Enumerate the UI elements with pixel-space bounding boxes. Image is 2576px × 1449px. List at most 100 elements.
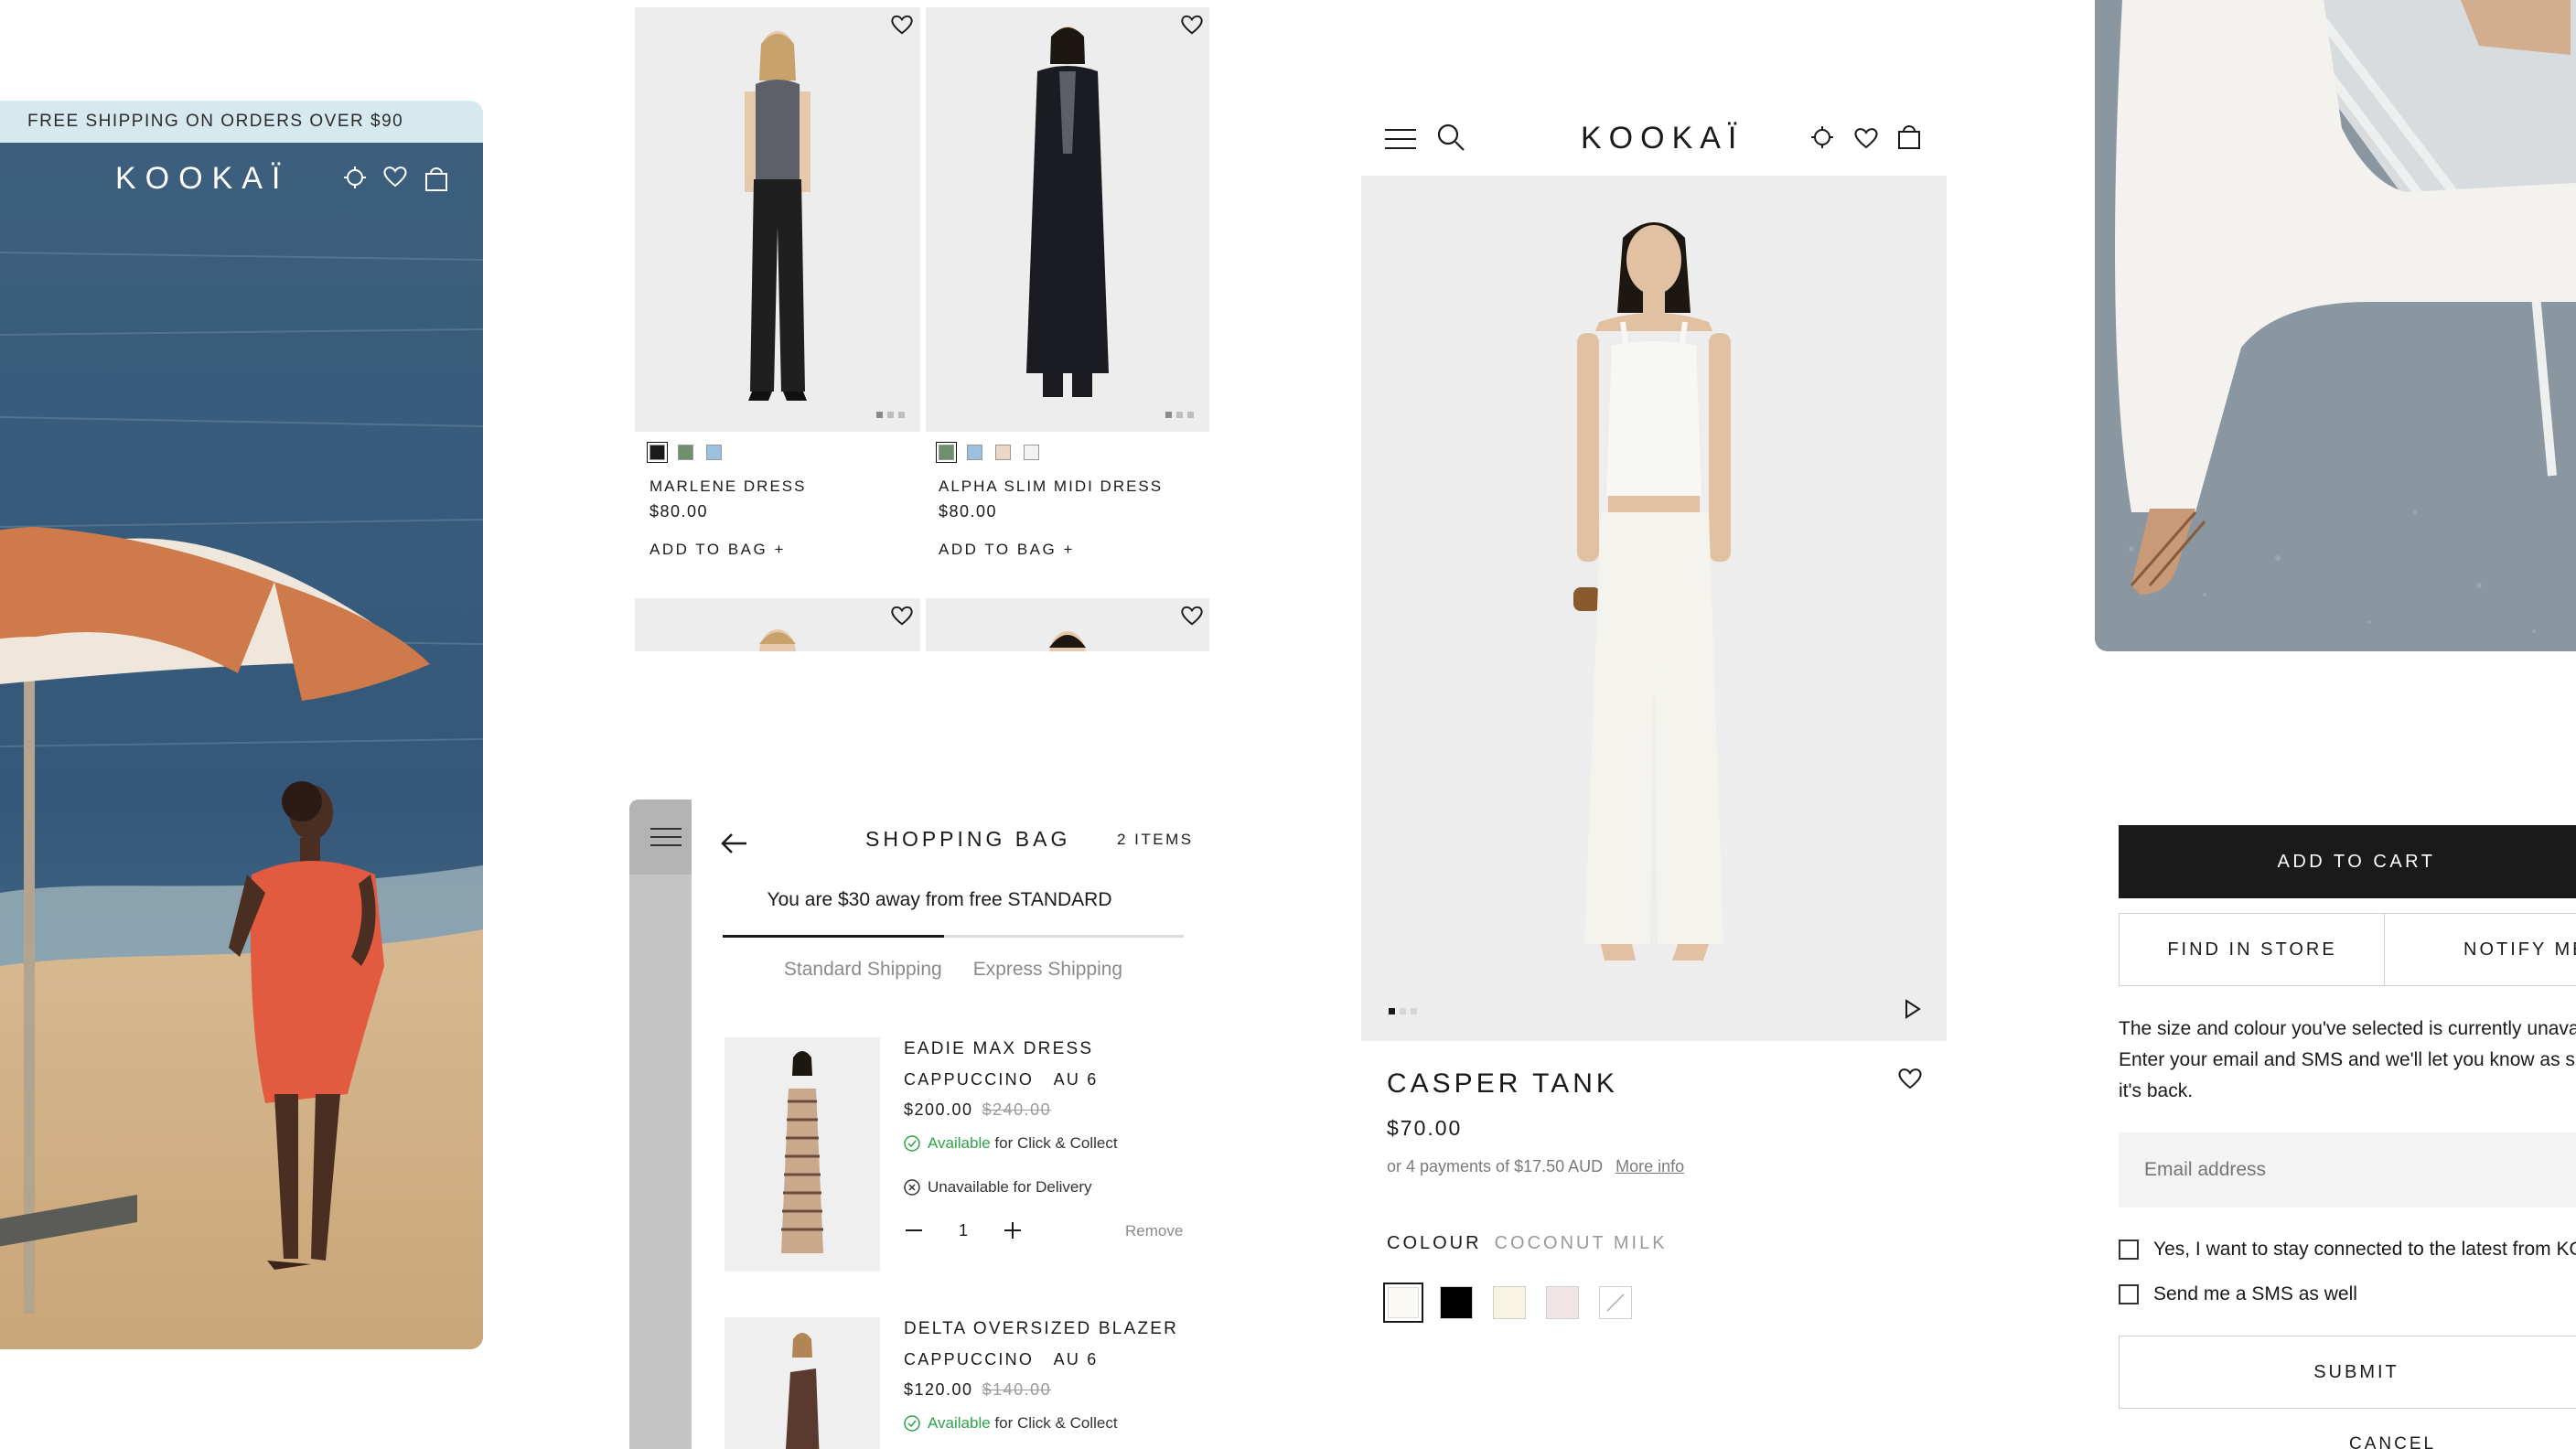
- unavailable-message: The size and colour you've selected is c…: [2119, 1014, 2576, 1107]
- colour-row: COLOUR COCONUT MILK: [1387, 1233, 1668, 1254]
- side-menu-rail: [629, 800, 692, 1449]
- product-image-cropped[interactable]: [635, 598, 920, 651]
- click-collect-status: Available for Click & Collect: [904, 1414, 1118, 1433]
- minus-icon[interactable]: [904, 1220, 924, 1240]
- wishlist-heart-icon[interactable]: [890, 13, 914, 37]
- submit-button[interactable]: SUBMIT: [2119, 1336, 2576, 1409]
- more-info-link[interactable]: More info: [1615, 1157, 1684, 1175]
- bag-item-name[interactable]: EADIE MAX DRESS: [904, 1039, 1093, 1059]
- sms-checkbox-row[interactable]: Send me a SMS as well: [2119, 1283, 2357, 1305]
- shopping-bag-panel: SHOPPING BAG 2 ITEMS You are $30 away fr…: [629, 800, 1222, 1449]
- location-icon[interactable]: [1811, 124, 1833, 150]
- available-label: Available: [928, 1134, 991, 1152]
- promo-banner[interactable]: FREE SHIPPING ON ORDERS OVER $90: [0, 101, 483, 143]
- colour-swatch[interactable]: [1024, 445, 1039, 460]
- striped-pattern-icon: [1606, 1293, 1625, 1312]
- colour-swatch[interactable]: [678, 445, 693, 460]
- bag-icon[interactable]: [424, 165, 448, 192]
- check-circle-icon: [904, 1135, 920, 1152]
- plus-icon[interactable]: [1003, 1220, 1023, 1240]
- bag-item-price: $200.00: [904, 1100, 973, 1119]
- image-dots: [1389, 1008, 1417, 1014]
- colour-swatch[interactable]: [1440, 1286, 1473, 1319]
- bag-item-colour: CAPPUCCINO: [904, 1350, 1035, 1368]
- add-to-bag-button[interactable]: ADD TO BAG +: [649, 541, 786, 559]
- colour-swatch[interactable]: [1493, 1286, 1526, 1319]
- beach-hero-image: [0, 143, 483, 1349]
- notify-me-button[interactable]: NOTIFY ME: [2384, 913, 2576, 986]
- unavailable-message-line: Enter your email and SMS and we'll let y…: [2119, 1049, 2575, 1070]
- bag-item-variant: CAPPUCCINO AU 6: [904, 1070, 1098, 1089]
- image-dots: [1165, 412, 1194, 418]
- bag-item-was-price: $140.00: [982, 1380, 1052, 1399]
- site-logo[interactable]: KOOKAÏ: [115, 161, 289, 197]
- remove-item-button[interactable]: Remove: [1125, 1222, 1183, 1240]
- bag-item-image[interactable]: [724, 1037, 880, 1272]
- product-name[interactable]: ALPHA SLIM MIDI DRESS: [939, 478, 1163, 496]
- bag-item-count: 2 ITEMS: [1117, 831, 1194, 848]
- product-title: CASPER TANK: [1387, 1068, 1618, 1099]
- swatch-row-1: [647, 442, 722, 463]
- colour-swatch[interactable]: [647, 442, 668, 463]
- delivery-status: Unavailable for Delivery: [904, 1178, 1092, 1197]
- shipping-progress-bar: [723, 935, 1184, 938]
- bag-item-was-price: $240.00: [982, 1100, 1052, 1119]
- colour-swatch[interactable]: [1546, 1286, 1579, 1319]
- cancel-button[interactable]: CANCEL: [2349, 1434, 2436, 1449]
- bag-item-price-row: $200.00 $240.00: [904, 1100, 1051, 1120]
- image-dots: [876, 412, 905, 418]
- colour-swatch[interactable]: [967, 445, 982, 460]
- menu-button[interactable]: [629, 800, 692, 875]
- wishlist-heart-icon[interactable]: [890, 604, 914, 628]
- heart-icon[interactable]: [1853, 126, 1879, 150]
- back-arrow-icon[interactable]: [721, 832, 748, 854]
- colour-swatch[interactable]: [706, 445, 722, 460]
- bag-item-size: AU 6: [1053, 1350, 1099, 1368]
- unavailable-label: Unavailable for Delivery: [928, 1178, 1092, 1196]
- search-icon[interactable]: [1436, 123, 1465, 152]
- afterpay-line: or 4 payments of $17.50 AUD More info: [1387, 1157, 1684, 1176]
- product-image-alpha[interactable]: [926, 7, 1209, 432]
- colour-swatch[interactable]: [995, 445, 1011, 460]
- hamburger-icon[interactable]: [650, 827, 682, 847]
- hamburger-icon[interactable]: [1385, 128, 1416, 150]
- location-icon[interactable]: [344, 165, 366, 192]
- unavailable-message-line: it's back.: [2119, 1080, 2194, 1101]
- add-to-cart-button[interactable]: ADD TO CART: [2119, 825, 2576, 898]
- wishlist-heart-icon[interactable]: [1897, 1067, 1923, 1090]
- tab-express-shipping[interactable]: Express Shipping: [973, 959, 1122, 981]
- wishlist-heart-icon[interactable]: [1180, 604, 1204, 628]
- bag-item-size: AU 6: [1053, 1070, 1099, 1089]
- colour-swatch[interactable]: [936, 442, 957, 463]
- colour-swatch[interactable]: [1599, 1286, 1632, 1319]
- product-image-marlene[interactable]: [635, 7, 920, 432]
- product-price: $80.00: [939, 502, 998, 521]
- bag-item-name[interactable]: DELTA OVERSIZED BLAZER: [904, 1319, 1178, 1339]
- add-to-bag-button[interactable]: ADD TO BAG +: [939, 541, 1075, 559]
- sms-checkbox[interactable]: [2119, 1284, 2139, 1304]
- mobile-hero-panel: FREE SHIPPING ON ORDERS OVER $90 KOOKAÏ: [0, 101, 483, 1349]
- tab-standard-shipping[interactable]: Standard Shipping: [784, 959, 942, 981]
- bag-icon[interactable]: [1897, 123, 1921, 150]
- colour-swatch[interactable]: [1383, 1283, 1423, 1323]
- bag-item-colour: CAPPUCCINO: [904, 1070, 1035, 1089]
- colour-swatches: [1383, 1283, 1632, 1323]
- wishlist-heart-icon[interactable]: [1180, 13, 1204, 37]
- payments-text: or 4 payments of $17.50 AUD: [1387, 1157, 1604, 1175]
- pdp-main-image[interactable]: [1361, 176, 1947, 1041]
- find-in-store-button[interactable]: FIND IN STORE: [2119, 913, 2386, 986]
- product-image-cropped[interactable]: [926, 598, 1209, 651]
- product-price: $80.00: [649, 502, 709, 521]
- heart-icon[interactable]: [382, 165, 408, 192]
- bag-item-price: $120.00: [904, 1380, 973, 1399]
- site-logo[interactable]: KOOKAÏ: [1581, 121, 1744, 156]
- product-name[interactable]: MARLENE DRESS: [649, 478, 806, 496]
- play-icon[interactable]: [1905, 999, 1921, 1019]
- bag-item-price-row: $120.00 $140.00: [904, 1380, 1051, 1400]
- availability-detail: for Click & Collect: [990, 1134, 1118, 1152]
- opt-in-checkbox-row[interactable]: Yes, I want to stay connected to the lat…: [2119, 1239, 2576, 1261]
- opt-in-checkbox[interactable]: [2119, 1240, 2139, 1260]
- bag-item-image[interactable]: [724, 1317, 880, 1449]
- email-field[interactable]: [2119, 1132, 2576, 1208]
- colour-label: COLOUR: [1387, 1233, 1482, 1253]
